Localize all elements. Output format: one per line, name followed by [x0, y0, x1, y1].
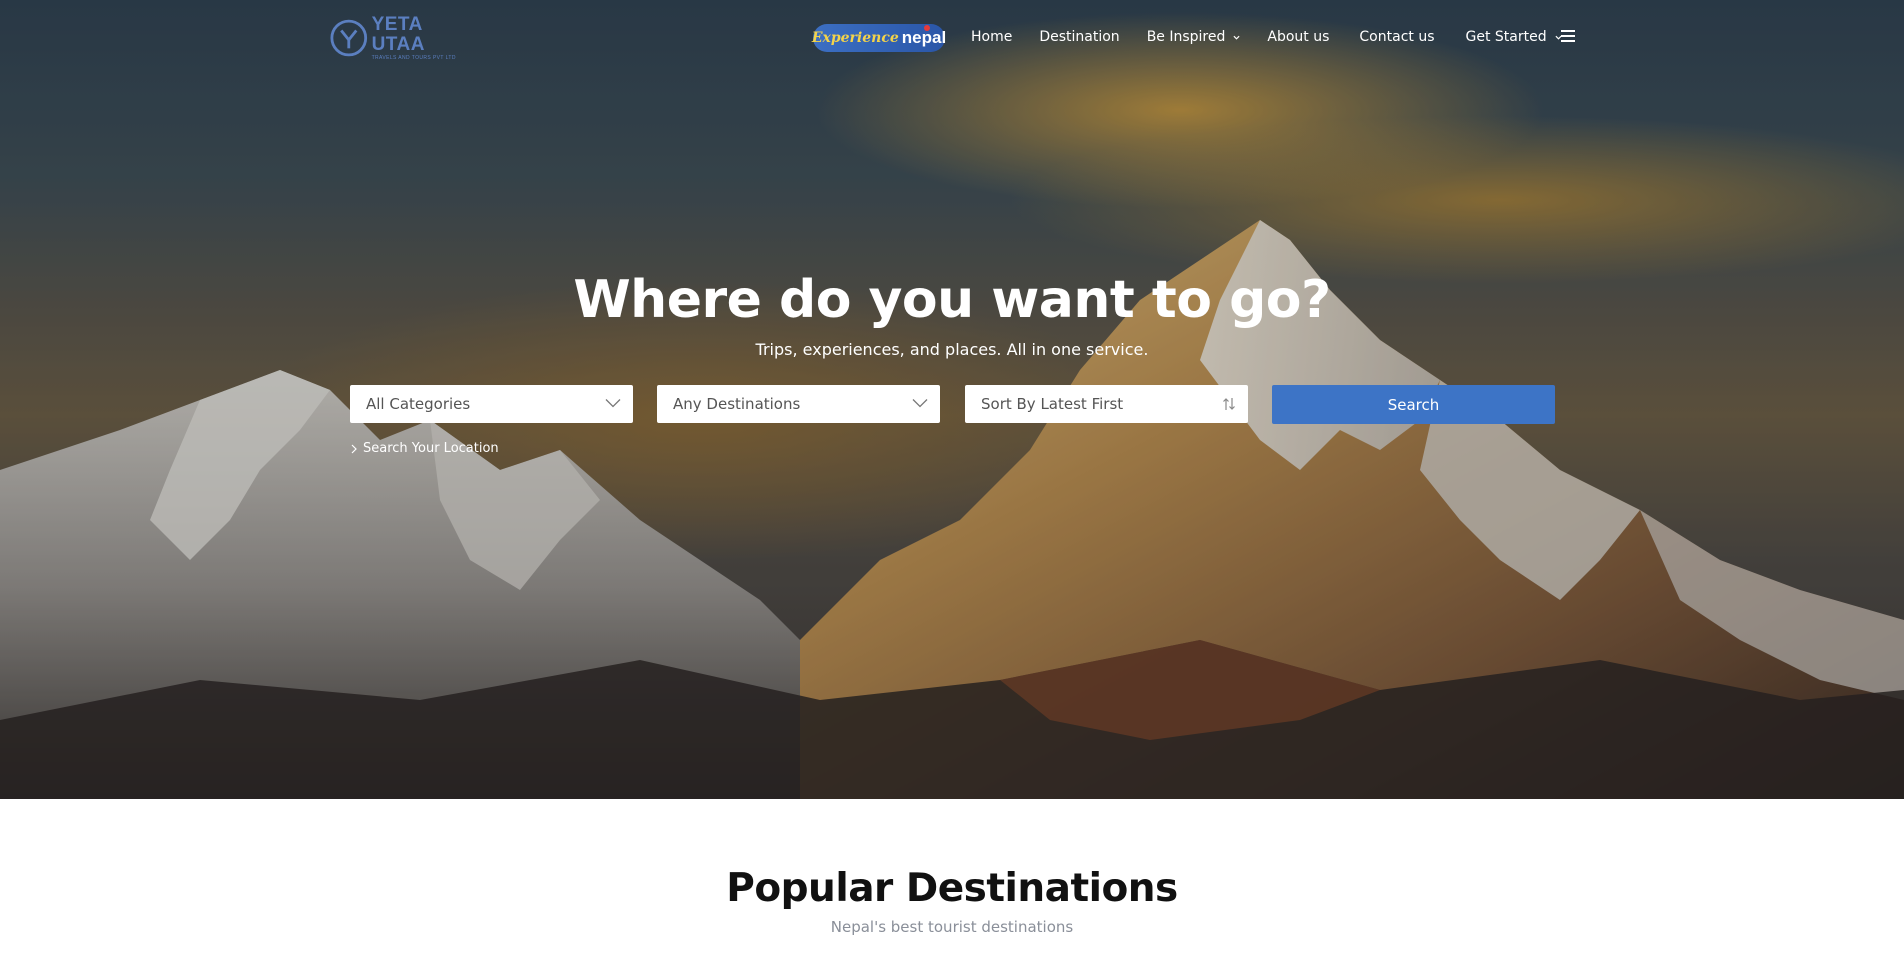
badge-experience-text: Experience	[811, 30, 899, 46]
nav-item-label: About us	[1267, 29, 1330, 45]
nav-item-label: Destination	[1039, 29, 1120, 45]
sort-select-value: Sort By Latest First	[981, 395, 1124, 413]
sort-select[interactable]: Sort By Latest First	[965, 385, 1248, 423]
destination-select-value: Any Destinations	[673, 395, 801, 413]
hero-section: YETA UTAA TRAVELS AND TOURS PVT LTD Expe…	[0, 0, 1904, 799]
sort-arrows-icon	[1223, 398, 1235, 410]
badge-nepal-label: nepal	[901, 28, 947, 47]
nav-item-about-us[interactable]: About us	[1267, 29, 1329, 45]
nav-item-label: Contact us	[1359, 29, 1435, 45]
category-select[interactable]: All Categories	[350, 385, 633, 423]
search-button[interactable]: Search	[1272, 385, 1555, 424]
hamburger-icon[interactable]	[1561, 30, 1575, 42]
chevron-right-icon	[351, 444, 357, 453]
nav-item-label: Home	[971, 29, 1013, 45]
nav-item-home[interactable]: Home	[971, 29, 1012, 45]
hero-subtitle: Trips, experiences, and places. All in o…	[755, 340, 1149, 359]
experience-nepal-badge[interactable]: Experience nepal	[811, 24, 947, 52]
popular-destinations-subtitle: Nepal's best tourist destinations	[830, 918, 1074, 936]
hero-overlay	[0, 0, 1904, 799]
badge-dot	[923, 25, 930, 31]
destination-select[interactable]: Any Destinations	[657, 385, 940, 423]
nav-item-label: Be Inspired	[1146, 29, 1226, 45]
site-logo[interactable]: YETA UTAA TRAVELS AND TOURS PVT LTD	[330, 14, 480, 61]
nav-item-contact-us[interactable]: Contact us	[1359, 29, 1434, 45]
main-nav: Home Destination Be Inspired About us Co…	[971, 29, 1562, 45]
category-select-value: All Categories	[366, 395, 471, 413]
search-location-link[interactable]: Search Your Location	[351, 441, 499, 456]
chevron-down-icon	[605, 399, 621, 408]
popular-destinations-title: Popular Destinations	[726, 866, 1178, 911]
logo-tagline: TRAVELS AND TOURS PVT LTD	[371, 55, 456, 61]
search-location-label: Search Your Location	[363, 441, 499, 456]
logo-emblem-icon	[330, 19, 368, 57]
nav-item-label: Get Started	[1465, 29, 1547, 45]
nav-item-get-started[interactable]: Get Started	[1466, 29, 1562, 45]
chevron-down-icon	[1233, 35, 1240, 40]
hero-title: Where do you want to go?	[573, 270, 1331, 330]
logo-name: YETA UTAA	[371, 14, 425, 55]
chevron-down-icon	[912, 399, 928, 408]
badge-nepal-text: nepal	[901, 25, 947, 48]
nav-item-be-inspired[interactable]: Be Inspired	[1147, 29, 1241, 45]
nav-item-destination[interactable]: Destination	[1039, 29, 1119, 45]
